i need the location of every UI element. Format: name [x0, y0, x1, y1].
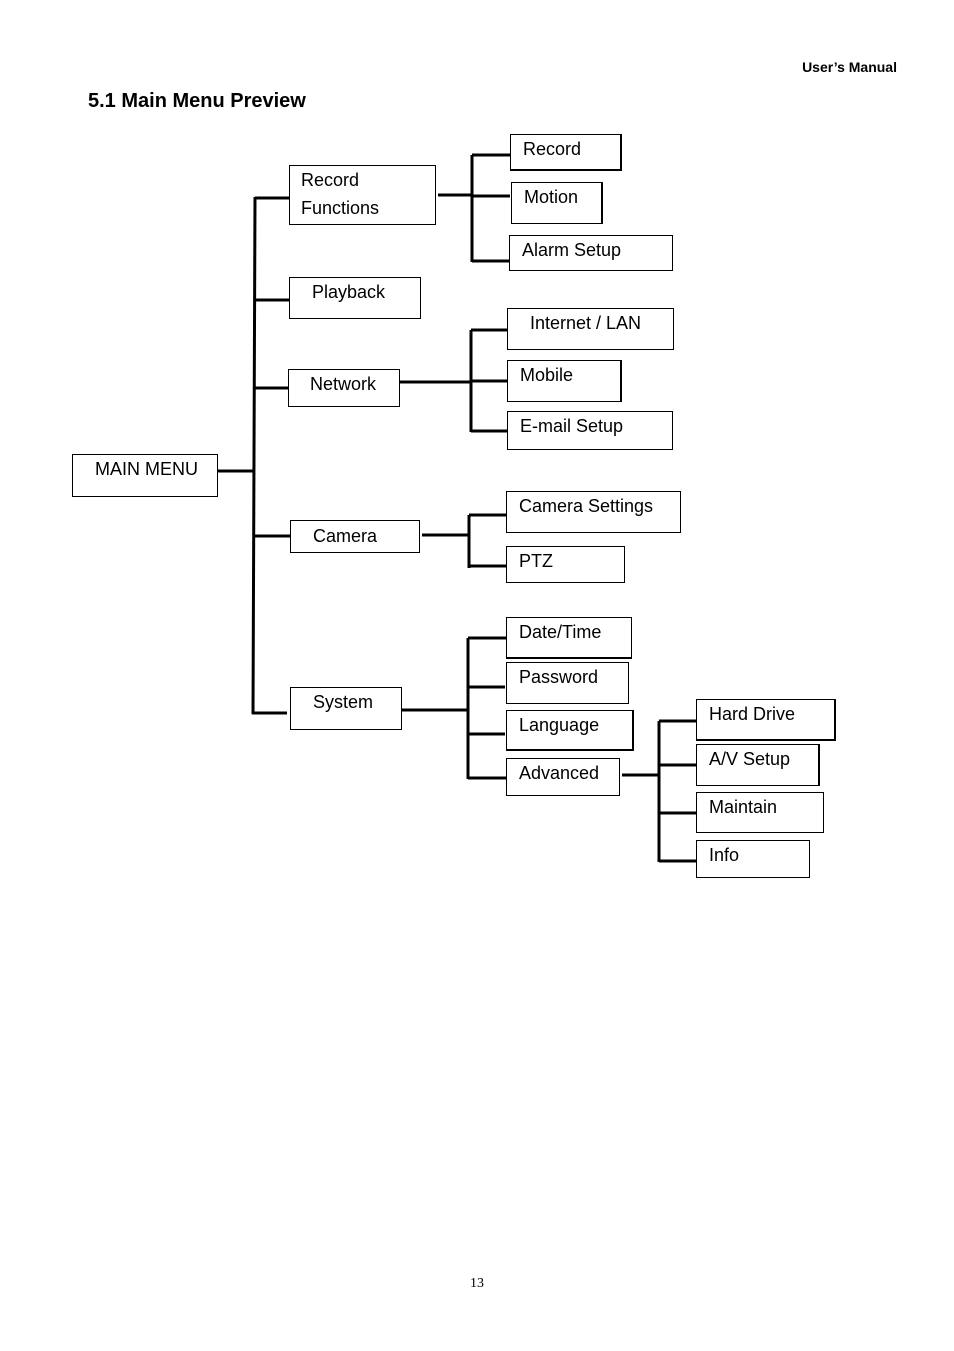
node-av-setup: A/V Setup: [696, 744, 820, 786]
node-label: PTZ: [519, 551, 553, 571]
node-alarm-setup: Alarm Setup: [509, 235, 673, 271]
node-label: A/V Setup: [709, 749, 791, 769]
connector: [251, 196, 257, 715]
node-label: Record: [523, 139, 582, 159]
node-info: Info: [696, 840, 810, 878]
page-number: 13: [470, 1276, 484, 1291]
node-label: MAIN MENU: [95, 459, 198, 479]
node-language: Language: [506, 710, 634, 751]
node-network: Network: [288, 369, 400, 407]
node-label: Internet / LAN: [530, 313, 642, 333]
node-label: Network: [310, 374, 377, 394]
node-email-setup: E-mail Setup: [507, 411, 673, 450]
node-mobile: Mobile: [507, 360, 622, 402]
node-label: Record: [301, 170, 360, 190]
node-label: Date/Time: [519, 622, 602, 642]
node-label: Functions: [301, 198, 380, 218]
node-date-time: Date/Time: [506, 617, 632, 659]
node-hard-drive: Hard Drive: [696, 699, 836, 741]
node-advanced: Advanced: [506, 758, 620, 796]
node-label: Maintain: [709, 797, 778, 817]
node-label: System: [313, 692, 374, 712]
node-system: System: [290, 687, 402, 730]
node-label: Hard Drive: [709, 704, 796, 724]
node-maintain: Maintain: [696, 792, 824, 833]
node-password: Password: [506, 662, 629, 704]
node-label: Language: [519, 715, 600, 735]
node-label: Advanced: [519, 763, 600, 783]
node-label: Playback: [312, 282, 386, 302]
node-label: Info: [709, 845, 740, 865]
node-label: E-mail Setup: [520, 416, 624, 436]
node-playback: Playback: [289, 277, 421, 319]
node-internet-lan: Internet / LAN: [507, 308, 674, 350]
node-label: Camera Settings: [519, 496, 654, 516]
node-label: Camera: [313, 526, 378, 546]
node-camera: Camera: [290, 520, 420, 553]
node-record: Record: [510, 134, 622, 171]
node-camera-settings: Camera Settings: [506, 491, 681, 533]
node-ptz: PTZ: [506, 546, 625, 583]
connector-lines: [218, 153, 697, 863]
node-motion: Motion: [511, 182, 603, 224]
node-label: Password: [519, 667, 599, 687]
node-record-functions: Record Functions: [289, 165, 436, 225]
node-label: Alarm Setup: [522, 240, 622, 260]
node-label: Mobile: [520, 365, 574, 385]
node-main-menu: MAIN MENU: [72, 454, 218, 497]
node-label: Motion: [524, 187, 579, 207]
